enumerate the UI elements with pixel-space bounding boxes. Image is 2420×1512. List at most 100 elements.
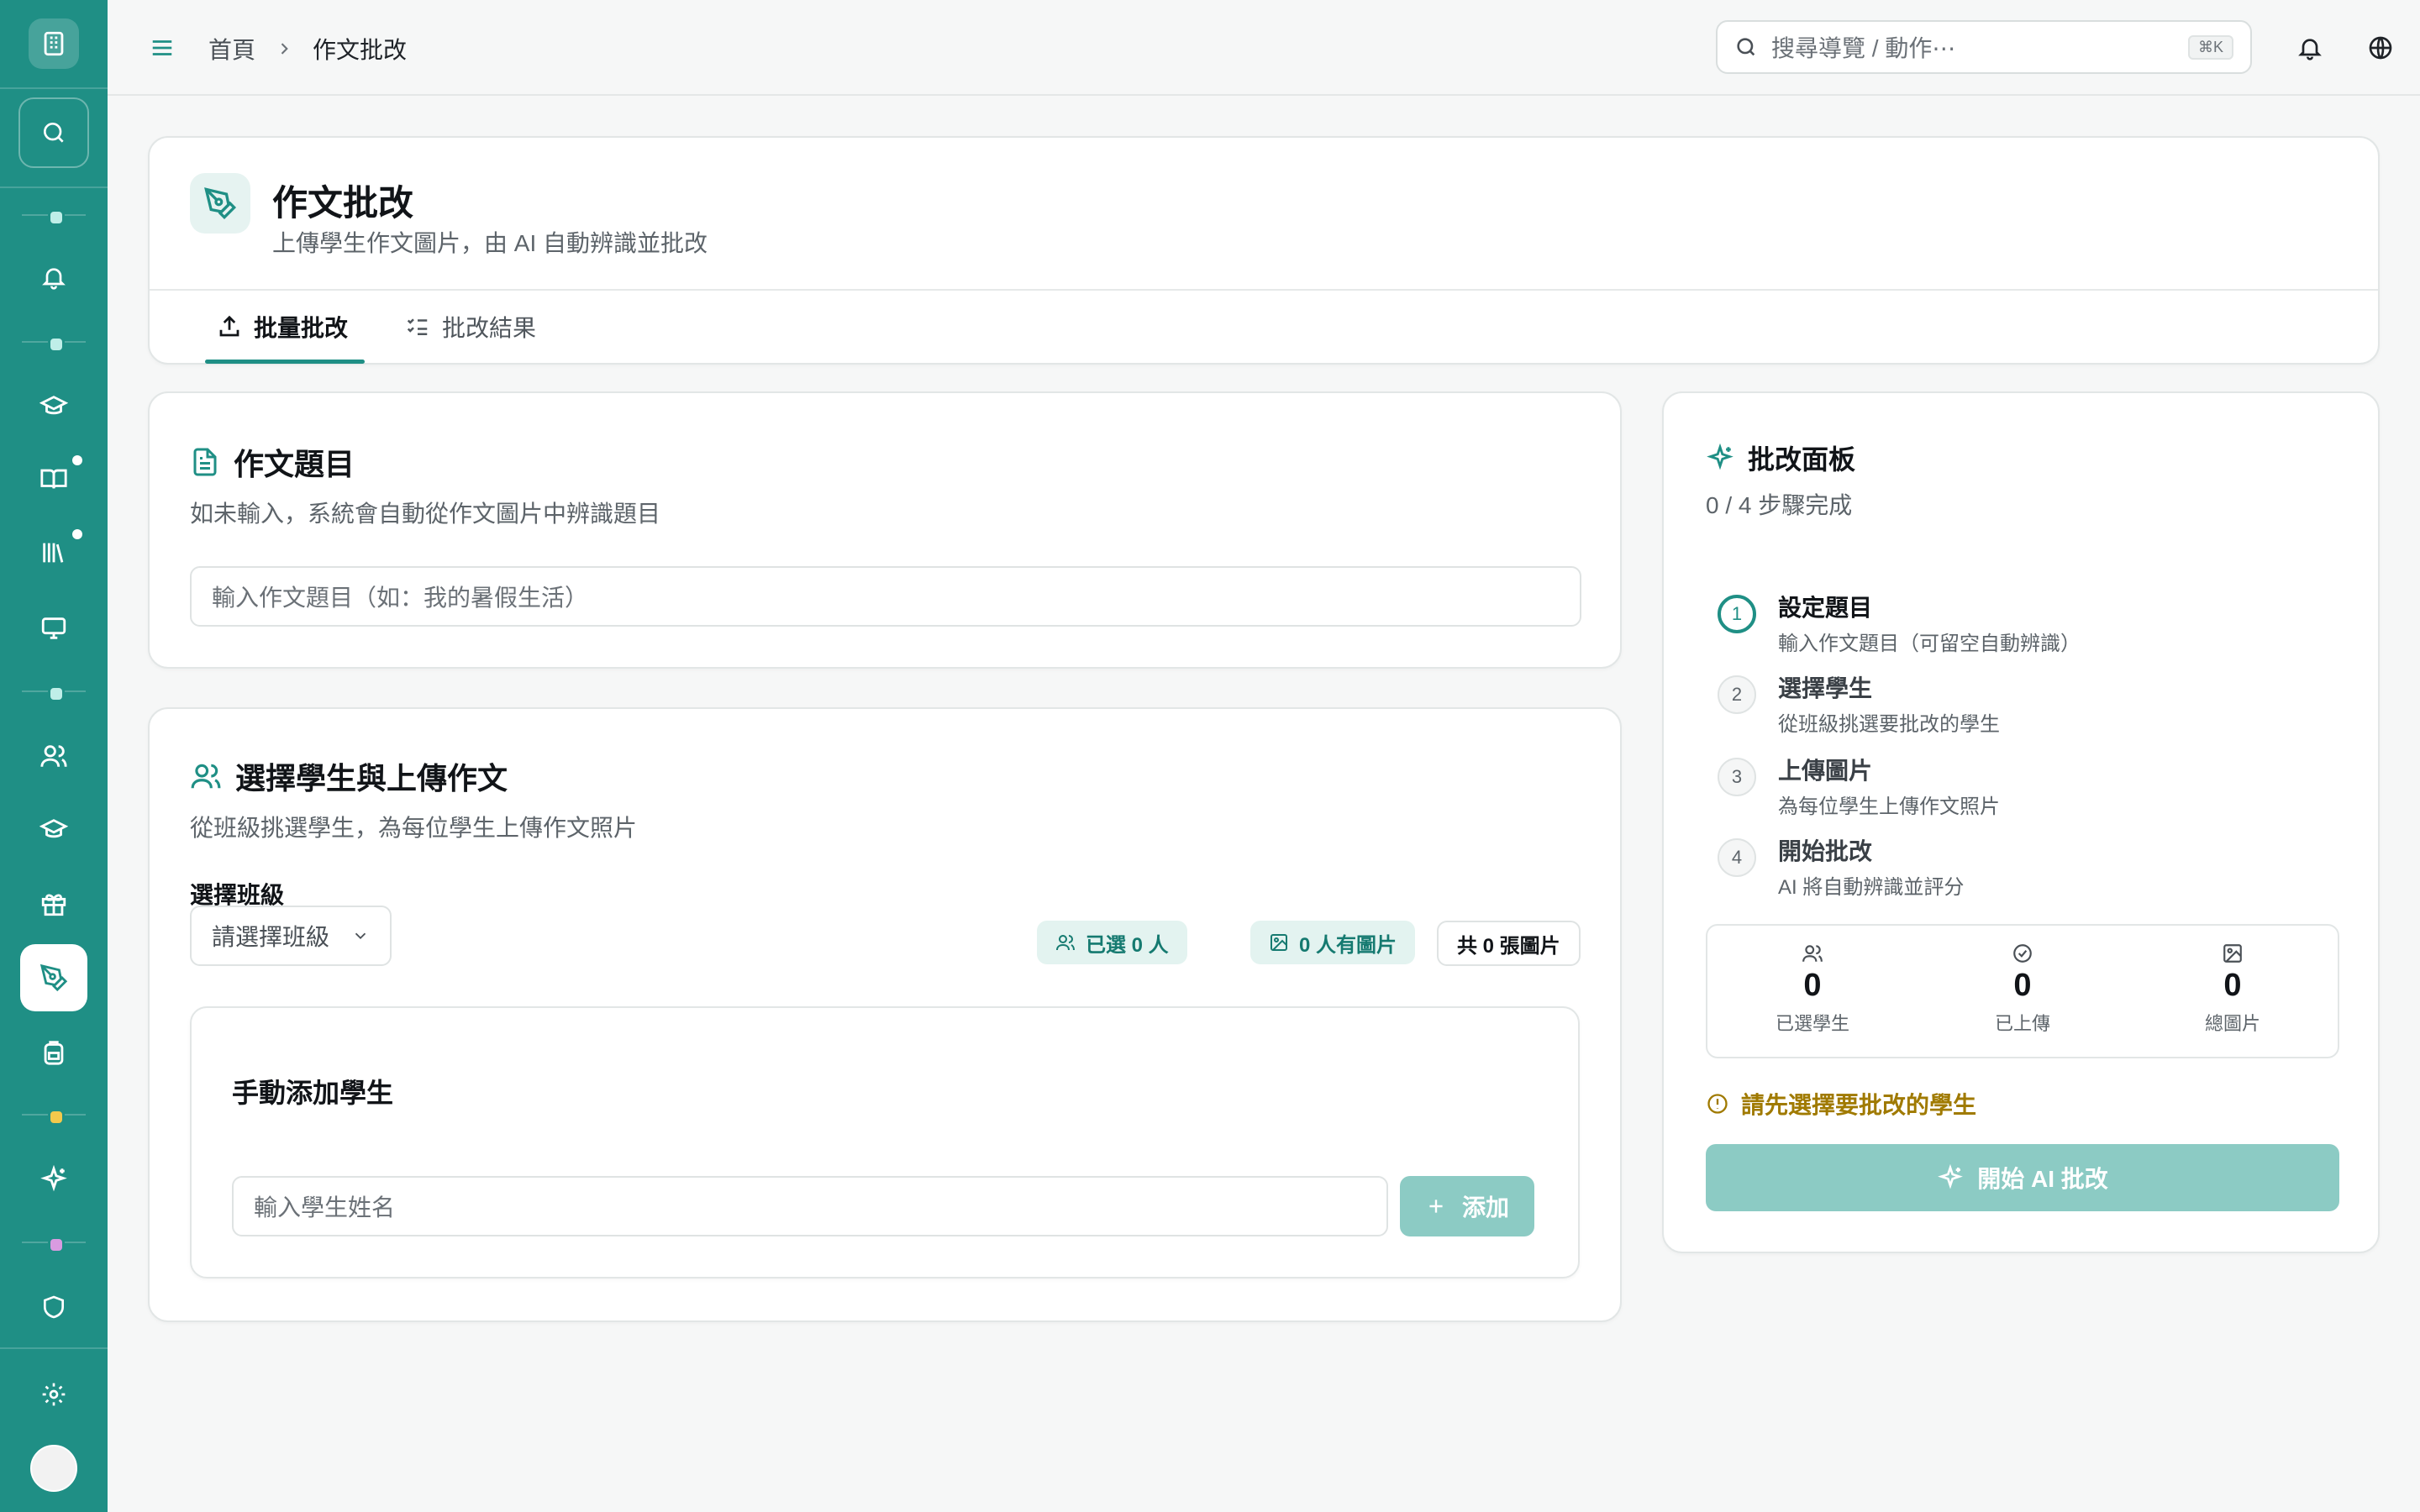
chevron-right-icon bbox=[281, 43, 288, 55]
global-search-input[interactable]: 搜尋導覽 / 動作⋯ ⌘K bbox=[1716, 20, 2252, 74]
stat-label: 已選學生 bbox=[1775, 1013, 1849, 1034]
language-button[interactable] bbox=[2361, 29, 2400, 67]
check-circle-icon bbox=[2013, 944, 2032, 963]
image-icon bbox=[2223, 944, 2242, 963]
active-tab-indicator bbox=[205, 360, 365, 364]
section-title-text: 選擇學生與上傳作文 bbox=[235, 761, 508, 795]
book-open-icon bbox=[40, 469, 67, 489]
sidebar-item-settings[interactable] bbox=[20, 1361, 87, 1428]
sidebar-item-rewards[interactable] bbox=[20, 870, 87, 937]
tab-label: 批量批改 bbox=[254, 315, 349, 341]
sidebar-item-security[interactable] bbox=[20, 1273, 87, 1341]
library-icon bbox=[43, 543, 64, 563]
graduation-cap-icon bbox=[39, 819, 68, 838]
warning-text: 請先選擇要批改的學生 bbox=[1741, 1092, 1977, 1118]
essay-topic-card: 作文題目 如未輸入，系統會自動從作文圖片中辨識題目 輸入作文題目（如：我的暑假生… bbox=[148, 391, 1622, 669]
step-item: 1 設定題目 輸入作文題目（可留空自動辨識） bbox=[1718, 590, 2081, 656]
sidebar-item-ai-tools[interactable] bbox=[20, 1146, 87, 1213]
shield-icon bbox=[44, 1295, 64, 1319]
add-student-button[interactable]: 添加 bbox=[1400, 1176, 1534, 1236]
sidebar-item-presentations[interactable] bbox=[20, 595, 87, 662]
section-title: 選擇學生與上傳作文 bbox=[190, 754, 508, 798]
badge-text: 已選 0 人 bbox=[1086, 933, 1169, 957]
badge-text: 共 0 張圖片 bbox=[1457, 934, 1560, 958]
step-progress: 0 / 4 步驟完成 bbox=[1706, 492, 1853, 518]
users-icon bbox=[1802, 945, 1823, 962]
selected-count-badge: 已選 0 人 bbox=[1037, 921, 1187, 964]
panel-title: 手動添加學生 bbox=[232, 1078, 394, 1108]
sidebar-item-courses[interactable] bbox=[20, 373, 87, 440]
manual-add-student-panel: 手動添加學生 輸入學生姓名 添加 bbox=[190, 1006, 1580, 1278]
tab-batch-grading[interactable]: 批量批改 bbox=[217, 289, 348, 365]
sidebar-item-books[interactable] bbox=[20, 445, 87, 512]
step-description: 為每位學生上傳作文照片 bbox=[1778, 795, 2000, 818]
breadcrumb-home-link[interactable]: 首頁 bbox=[208, 32, 255, 66]
sidebar-item-notifications[interactable] bbox=[20, 244, 87, 311]
sidebar-group-separator bbox=[22, 1109, 86, 1126]
search-icon bbox=[1737, 38, 1755, 56]
button-label: 開始 AI 批改 bbox=[1977, 1166, 2108, 1192]
monitor-icon bbox=[41, 617, 66, 639]
unread-dot bbox=[72, 455, 82, 465]
sidebar-divider bbox=[0, 87, 108, 89]
sidebar-item-backpack[interactable] bbox=[20, 1018, 87, 1085]
sparkles-icon bbox=[1938, 1164, 1964, 1189]
stat-uploaded: 0 已上傳 bbox=[1918, 926, 2128, 1057]
shortcut-badge: ⌘K bbox=[2187, 34, 2233, 60]
page-subtitle: 上傳學生作文圖片，由 AI 自動辨識並批改 bbox=[272, 230, 708, 256]
section-subtitle: 從班級挑選學生，為每位學生上傳作文照片 bbox=[190, 815, 638, 841]
step-number: 3 bbox=[1718, 758, 1756, 796]
step-description: 輸入作文題目（可留空自動辨識） bbox=[1778, 633, 2081, 655]
panel-title: 批改面板 bbox=[1706, 438, 1855, 477]
step-title: 上傳圖片 bbox=[1778, 758, 1873, 784]
sidebar-search-button[interactable] bbox=[18, 97, 89, 168]
page-header-card: 作文批改 上傳學生作文圖片，由 AI 自動辨識並批改 批量批改 批改結果 bbox=[148, 136, 2380, 365]
users-icon bbox=[1056, 935, 1075, 951]
upload-icon bbox=[219, 315, 239, 337]
sidebar-group-separator bbox=[22, 209, 86, 226]
menu-toggle-button[interactable] bbox=[146, 32, 178, 64]
notifications-button[interactable] bbox=[2291, 29, 2329, 67]
breadcrumb: 首頁 作文批改 bbox=[208, 32, 407, 66]
menu-icon bbox=[152, 40, 172, 55]
bell-icon bbox=[2298, 39, 2322, 60]
sidebar-group-separator bbox=[22, 336, 86, 353]
globe-icon bbox=[2369, 36, 2392, 60]
file-text-icon bbox=[193, 448, 217, 476]
sidebar-group-separator bbox=[22, 1236, 86, 1253]
breadcrumb-current: 作文批改 bbox=[313, 37, 408, 63]
image-icon bbox=[1270, 934, 1287, 951]
section-title: 作文題目 bbox=[190, 440, 355, 484]
list-checks-icon bbox=[407, 318, 428, 335]
start-ai-grading-button[interactable]: 開始 AI 批改 bbox=[1706, 1144, 2339, 1211]
sidebar-item-essay-grading[interactable] bbox=[20, 944, 87, 1011]
section-subtitle: 如未輸入，系統會自動從作文圖片中辨識題目 bbox=[190, 501, 661, 527]
step-number: 4 bbox=[1718, 838, 1756, 877]
avatar[interactable] bbox=[30, 1445, 77, 1492]
step-title: 選擇學生 bbox=[1778, 675, 1873, 701]
step-item: 2 選擇學生 從班級挑選要批改的學生 bbox=[1718, 670, 2000, 737]
panel-title-text: 批改面板 bbox=[1748, 444, 1856, 475]
sidebar bbox=[0, 0, 108, 1512]
badge-text: 0 人有圖片 bbox=[1299, 933, 1397, 957]
sidebar-item-classes[interactable] bbox=[20, 796, 87, 864]
sidebar-item-library[interactable] bbox=[20, 519, 87, 586]
warning-message: 請先選擇要批改的學生 bbox=[1706, 1087, 1976, 1121]
chevron-down-icon bbox=[355, 932, 366, 940]
stats-summary: 0 已選學生 0 已上傳 0 總圖片 bbox=[1706, 924, 2339, 1058]
sidebar-item-users[interactable] bbox=[20, 722, 87, 790]
gear-icon bbox=[42, 1383, 66, 1406]
step-description: AI 將自動辨識並評分 bbox=[1778, 876, 1965, 899]
stat-label: 已上傳 bbox=[1994, 1013, 2050, 1034]
stat-selected-students: 0 已選學生 bbox=[1707, 926, 1918, 1057]
tab-grading-results[interactable]: 批改結果 bbox=[405, 289, 536, 365]
with-images-badge: 0 人有圖片 bbox=[1250, 921, 1416, 964]
search-placeholder: 搜尋導覽 / 動作⋯ bbox=[1771, 35, 1956, 61]
app-logo[interactable] bbox=[29, 18, 79, 69]
class-select[interactable]: 請選擇班級 bbox=[190, 906, 392, 966]
building-icon bbox=[44, 31, 64, 56]
sparkles-icon bbox=[1707, 444, 1733, 470]
essay-topic-input[interactable]: 輸入作文題目（如：我的暑假生活） bbox=[190, 566, 1581, 627]
total-images-badge: 共 0 張圖片 bbox=[1437, 921, 1581, 966]
student-name-input[interactable]: 輸入學生姓名 bbox=[232, 1176, 1388, 1236]
